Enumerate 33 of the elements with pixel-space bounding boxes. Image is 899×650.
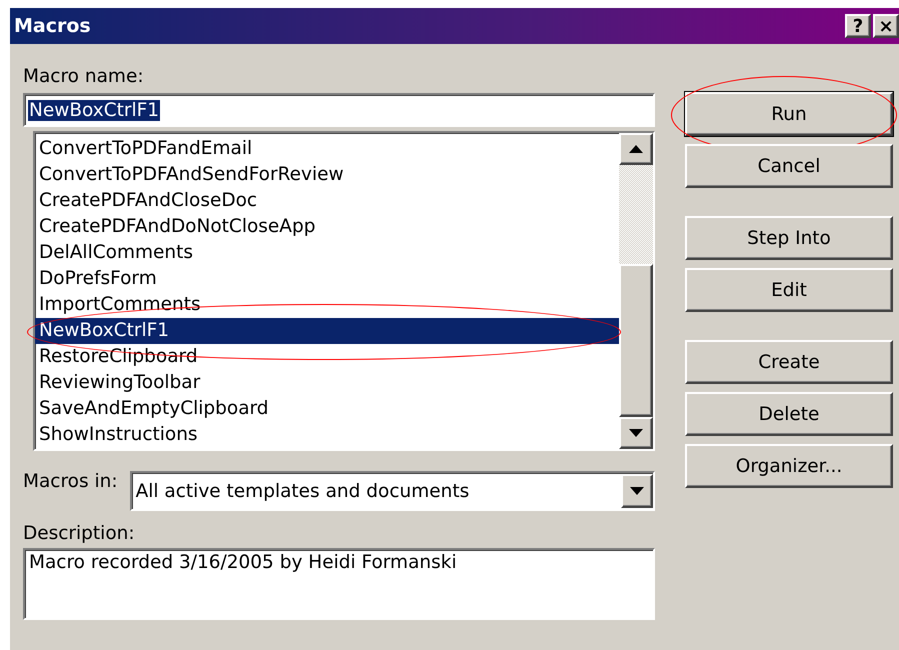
description-box: Macro recorded 3/16/2005 by Heidi Formanski — [23, 548, 655, 620]
scroll-down-icon[interactable] — [619, 417, 653, 449]
macro-list-item[interactable]: CreatePDFAndCloseDoc — [35, 188, 619, 214]
macro-list-item[interactable]: ConvertToPDFandEmail — [35, 136, 619, 162]
macro-name-field[interactable]: NewBoxCtrlF1 — [23, 93, 655, 127]
macro-name-text: NewBoxCtrlF1 — [28, 100, 160, 120]
help-button[interactable]: ? — [845, 14, 871, 38]
close-button[interactable]: × — [873, 14, 899, 38]
description-label: Description: — [23, 523, 135, 544]
macro-list-item[interactable]: SaveAndEmptyClipboard — [35, 396, 619, 422]
macros-in-label: Macros in: — [23, 471, 118, 492]
macro-list-item[interactable]: DelAllComments — [35, 240, 619, 266]
macro-list-item[interactable]: ShowInstructions — [35, 422, 619, 448]
dialog-button[interactable]: Create — [685, 340, 893, 384]
macro-list-item[interactable]: ReviewingToolbar — [35, 370, 619, 396]
macros-in-dropdown[interactable]: All active templates and documents — [130, 471, 655, 511]
scroll-thumb[interactable] — [619, 264, 653, 418]
dialog-button[interactable]: Edit — [685, 268, 893, 312]
scrollbar[interactable] — [619, 133, 653, 449]
window-title: Macros — [14, 15, 92, 37]
macro-list-item[interactable]: ConvertToPDFAndSendForReview — [35, 162, 619, 188]
scroll-up-icon[interactable] — [619, 133, 653, 165]
macro-name-label: Macro name: — [23, 66, 144, 87]
macro-list-item[interactable]: CreatePDFAndDoNotCloseApp — [35, 214, 619, 240]
dialog-button[interactable]: Run — [685, 92, 893, 136]
dialog-button[interactable]: Organizer... — [685, 444, 893, 488]
dialog-button[interactable]: Cancel — [685, 144, 893, 188]
macro-list-item[interactable]: ImportComments — [35, 292, 619, 318]
dialog-button[interactable]: Step Into — [685, 216, 893, 260]
macro-list-item[interactable]: NewBoxCtrlF1 — [35, 318, 619, 344]
macro-list-item[interactable]: DoPrefsForm — [35, 266, 619, 292]
macro-list-item[interactable]: RestoreClipboard — [35, 344, 619, 370]
dialog-button[interactable]: Delete — [685, 392, 893, 436]
